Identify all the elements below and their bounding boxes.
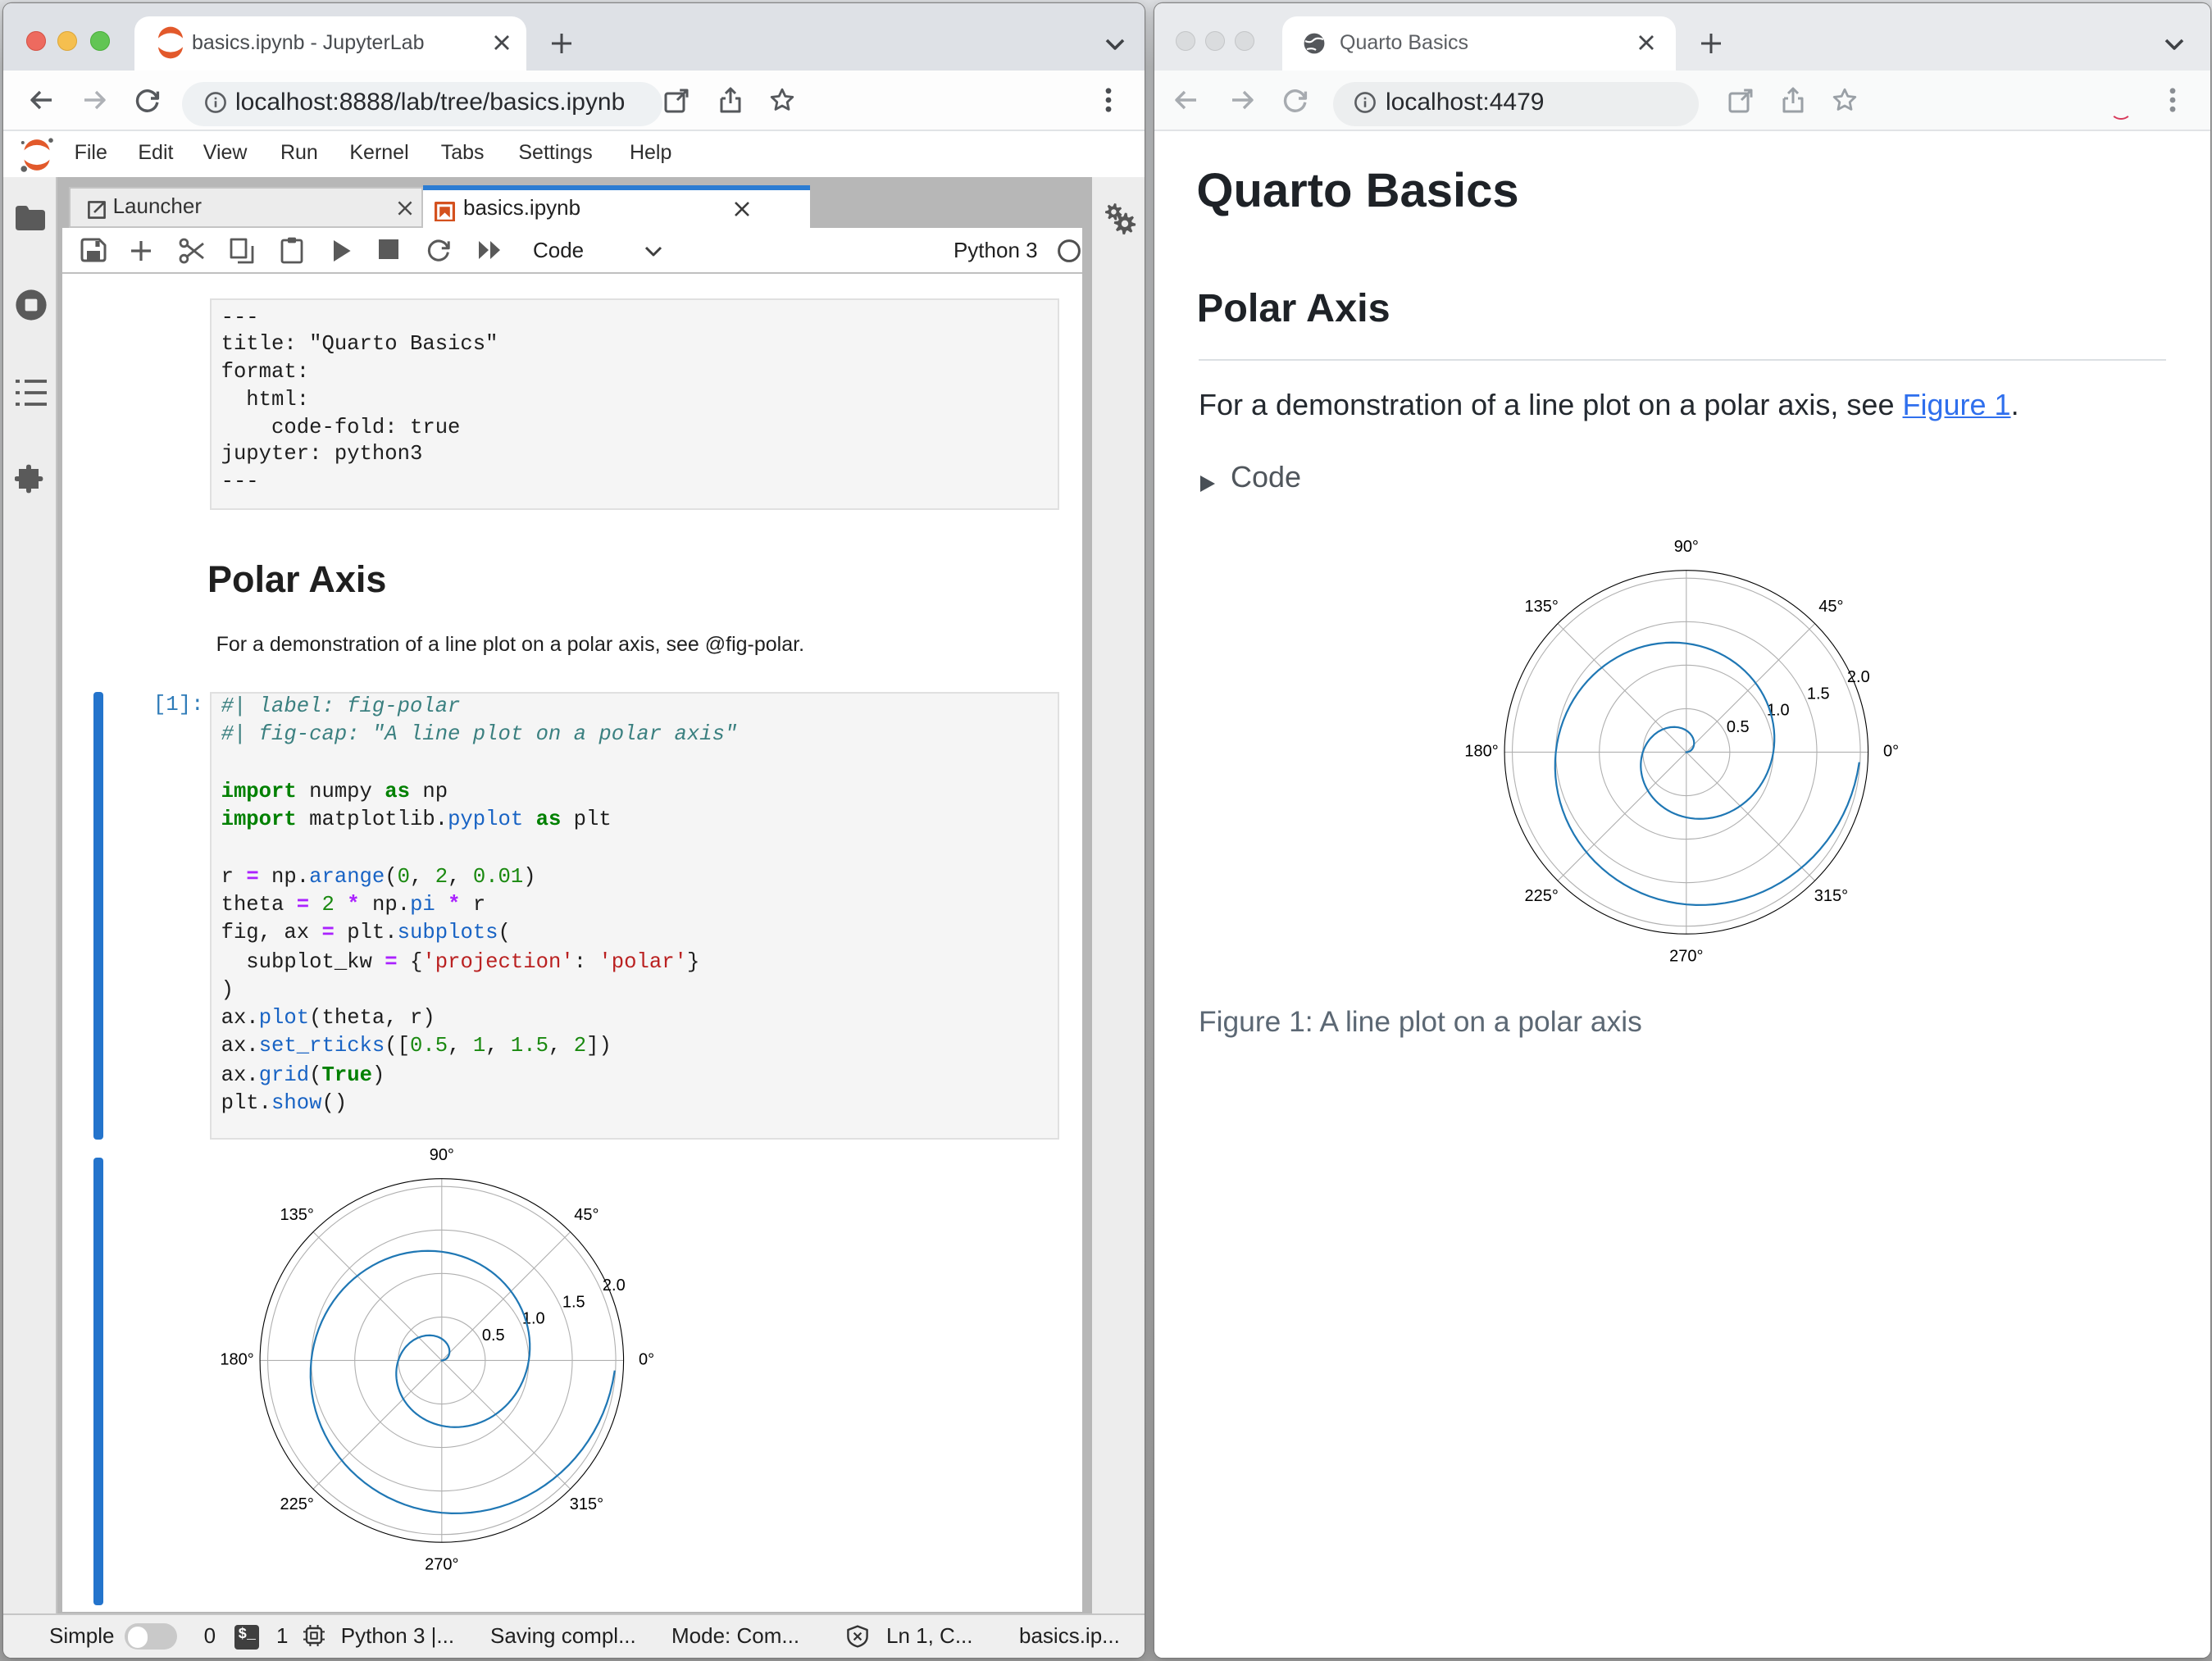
svg-text:180°: 180° [220,1351,253,1369]
svg-text:270°: 270° [425,1556,458,1574]
svg-text:0°: 0° [639,1351,654,1369]
svg-text:0.5: 0.5 [482,1327,505,1345]
svg-text:315°: 315° [570,1496,603,1514]
svg-text:270°: 270° [1670,948,1704,966]
svg-text:45°: 45° [1819,598,1844,616]
svg-text:0°: 0° [1884,743,1900,761]
svg-text:90°: 90° [430,1146,454,1164]
svg-text:90°: 90° [1674,538,1699,556]
svg-text:135°: 135° [280,1207,314,1225]
svg-text:45°: 45° [574,1207,599,1225]
svg-text:135°: 135° [1525,598,1559,616]
svg-text:315°: 315° [1815,887,1849,905]
svg-text:1.5: 1.5 [562,1294,585,1312]
svg-text:2.0: 2.0 [603,1277,626,1295]
svg-text:180°: 180° [1465,743,1499,761]
svg-text:225°: 225° [1525,887,1559,905]
svg-text:225°: 225° [280,1496,314,1514]
svg-text:1.5: 1.5 [1808,685,1831,703]
svg-text:2.0: 2.0 [1848,668,1871,686]
svg-text:0.5: 0.5 [1727,718,1750,736]
